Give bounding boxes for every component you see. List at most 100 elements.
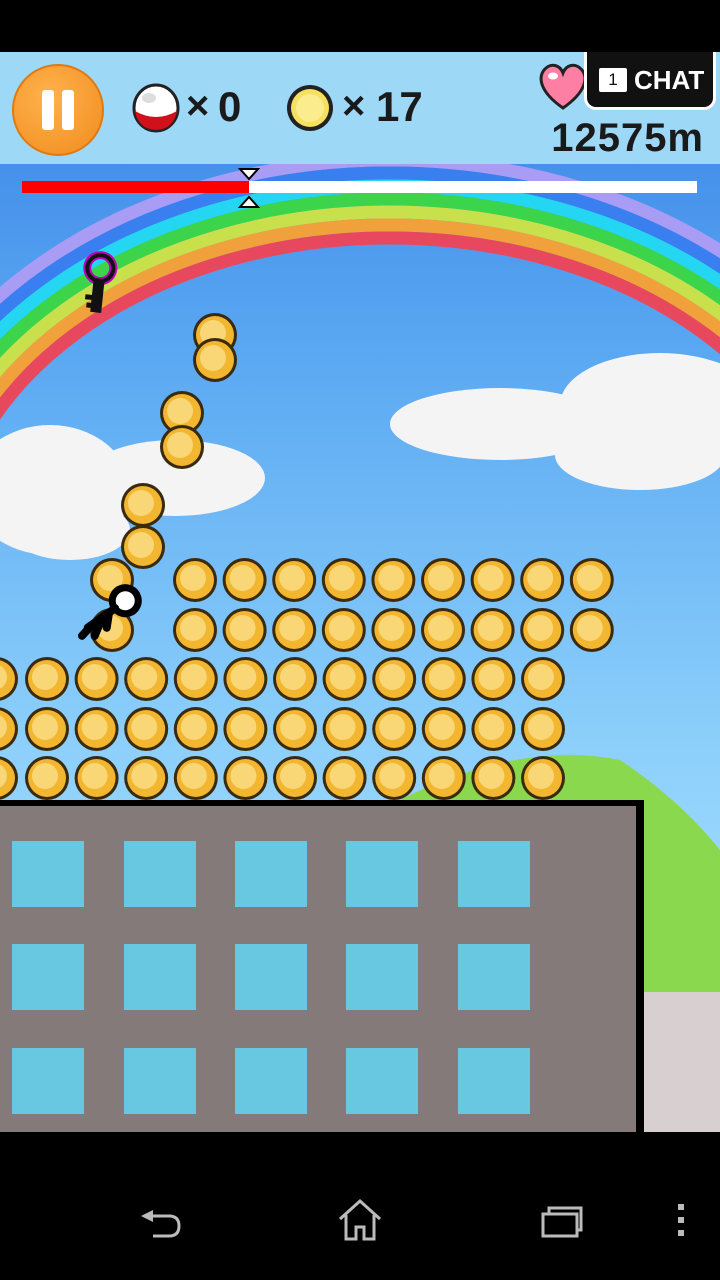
coin bbox=[121, 483, 165, 527]
status-bar bbox=[0, 0, 720, 52]
coin bbox=[471, 756, 516, 800]
coin bbox=[371, 558, 416, 602]
building-window bbox=[124, 1048, 196, 1114]
building-window bbox=[12, 944, 84, 1010]
coin bbox=[173, 657, 218, 701]
coin bbox=[25, 657, 69, 701]
capsule-icon bbox=[132, 83, 180, 133]
coin bbox=[471, 657, 516, 701]
coin bbox=[471, 707, 516, 751]
coin bbox=[569, 608, 614, 652]
building-window bbox=[346, 944, 418, 1010]
coin bbox=[521, 756, 565, 800]
coin bbox=[272, 608, 317, 652]
coin bbox=[173, 756, 218, 800]
pause-button[interactable] bbox=[12, 64, 104, 156]
coin bbox=[124, 756, 169, 800]
chat-button[interactable]: 1 CHAT bbox=[584, 52, 716, 110]
building-window bbox=[235, 1048, 307, 1114]
pause-icon bbox=[42, 90, 54, 130]
coin bbox=[372, 707, 417, 751]
coin bbox=[25, 756, 69, 800]
overflow-menu-button[interactable] bbox=[666, 1192, 696, 1248]
coin bbox=[173, 558, 217, 602]
coin bbox=[273, 707, 317, 751]
building-window bbox=[235, 944, 307, 1010]
coin bbox=[121, 525, 165, 569]
coin bbox=[372, 657, 417, 701]
android-navigation-bar bbox=[0, 1132, 720, 1280]
coin bbox=[321, 558, 366, 602]
coin bbox=[322, 707, 367, 751]
coin bbox=[273, 756, 317, 800]
recents-icon bbox=[541, 1206, 583, 1238]
coin-multiplier: × bbox=[342, 84, 366, 128]
coin bbox=[74, 756, 119, 800]
coin bbox=[222, 608, 267, 652]
building bbox=[0, 800, 644, 1132]
coin bbox=[160, 425, 204, 469]
building-window bbox=[458, 1048, 530, 1114]
coin bbox=[124, 657, 169, 701]
coin bbox=[223, 756, 268, 800]
home-icon bbox=[338, 1198, 382, 1241]
chat-label: CHAT bbox=[634, 65, 705, 95]
building-window bbox=[458, 841, 530, 907]
coin-icon bbox=[287, 85, 333, 131]
game-scene bbox=[0, 153, 720, 1132]
coin bbox=[520, 608, 565, 652]
coin bbox=[521, 657, 565, 701]
cloud-right bbox=[390, 353, 720, 490]
recents-button[interactable] bbox=[530, 1192, 590, 1248]
coin bbox=[74, 657, 119, 701]
overflow-menu-icon bbox=[678, 1204, 684, 1236]
coin bbox=[421, 608, 465, 652]
coin bbox=[223, 707, 268, 751]
back-button[interactable] bbox=[130, 1192, 190, 1248]
pavement bbox=[640, 992, 720, 1132]
building-window bbox=[346, 1048, 418, 1114]
building-window bbox=[235, 841, 307, 907]
coin bbox=[421, 756, 466, 800]
building-window bbox=[458, 944, 530, 1010]
coin bbox=[321, 608, 366, 652]
coin bbox=[273, 657, 317, 701]
coin bbox=[470, 558, 515, 602]
coin bbox=[421, 707, 466, 751]
heart-icon bbox=[539, 63, 587, 110]
coin bbox=[173, 707, 218, 751]
coin bbox=[470, 608, 515, 652]
coin bbox=[322, 756, 367, 800]
progress-bar bbox=[22, 181, 697, 193]
capsule-multiplier: × bbox=[186, 84, 210, 128]
coin bbox=[520, 558, 565, 602]
coin bbox=[372, 756, 417, 800]
game-screen[interactable]: × 0 × 17 1 CHAT 12575m bbox=[0, 52, 720, 1132]
building-window bbox=[12, 1048, 84, 1114]
coin bbox=[421, 657, 466, 701]
coin bbox=[222, 558, 267, 602]
coin bbox=[421, 558, 465, 602]
coin bbox=[124, 707, 169, 751]
coin bbox=[0, 657, 18, 701]
coin bbox=[25, 707, 69, 751]
building-window bbox=[346, 841, 418, 907]
coin bbox=[322, 657, 367, 701]
progress-fill bbox=[22, 181, 249, 193]
progress-marker-icon bbox=[237, 168, 260, 208]
hud-bar: × 0 × 17 1 CHAT 12575m bbox=[0, 52, 720, 164]
capsule-count: 0 bbox=[218, 83, 242, 130]
coin bbox=[74, 707, 119, 751]
chat-badge: 1 bbox=[599, 68, 627, 92]
coin bbox=[193, 338, 237, 382]
back-icon bbox=[141, 1210, 181, 1238]
building-window bbox=[124, 944, 196, 1010]
coin bbox=[0, 756, 18, 800]
home-button[interactable] bbox=[330, 1192, 390, 1248]
coin bbox=[0, 707, 18, 751]
distance-label: 12575m bbox=[551, 116, 704, 160]
pause-icon-bar bbox=[62, 90, 74, 130]
coin bbox=[272, 558, 317, 602]
coin bbox=[371, 608, 416, 652]
coin bbox=[223, 657, 268, 701]
